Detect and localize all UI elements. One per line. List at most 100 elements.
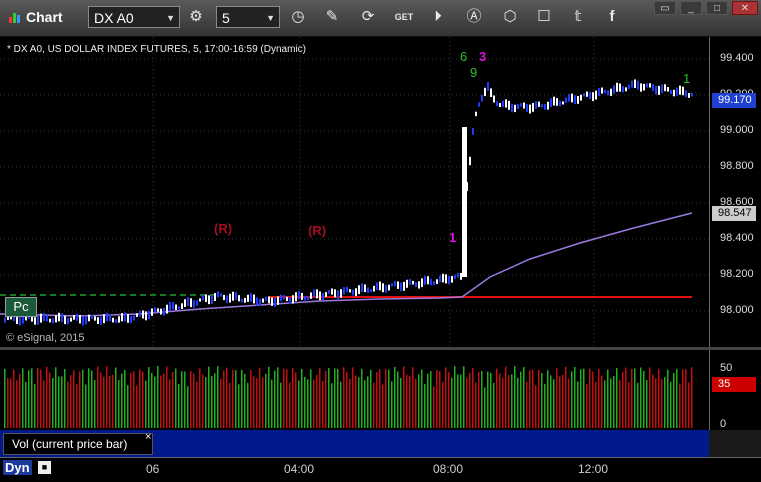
volume-bar: [457, 374, 459, 428]
price-bar: [136, 313, 138, 317]
price-bar: [541, 104, 543, 108]
volume-bar: [175, 368, 177, 428]
price-bar: [688, 93, 690, 98]
twitter-icon[interactable]: 𝕥: [566, 6, 590, 28]
price-bar: [583, 93, 585, 97]
volume-bar: [217, 366, 219, 428]
volume-bar: [454, 366, 456, 428]
price-chart-svg: [0, 37, 709, 347]
time-axis[interactable]: Dyn ■ 06 04:00 08:00 12:00: [0, 457, 761, 482]
price-bar: [676, 87, 678, 96]
price-bar: [649, 83, 651, 88]
volume-bar: [451, 377, 453, 428]
dynamic-mode-button[interactable]: Dyn: [3, 460, 32, 475]
chevron-down-icon[interactable]: ▼: [166, 7, 175, 29]
volume-bar: [28, 370, 30, 428]
get-icon[interactable]: GET: [392, 6, 416, 28]
volume-bar: [622, 371, 624, 428]
volume-bar: [364, 380, 366, 428]
price-bar: [403, 281, 405, 291]
price-bar: [97, 317, 99, 325]
volume-bar: [397, 371, 399, 428]
volume-bar: [301, 368, 303, 428]
volume-bar: [484, 387, 486, 428]
volume-bar: [652, 374, 654, 428]
restore-button[interactable]: ▭: [654, 1, 676, 15]
symbol-input[interactable]: DX A0 ▼: [88, 6, 180, 28]
volume-bar: [127, 385, 129, 428]
interval-value: 5: [222, 10, 230, 26]
price-bar: [505, 99, 507, 108]
settings-icon[interactable]: ⚙: [184, 6, 208, 28]
price-bar: [574, 95, 576, 105]
close-button[interactable]: ✕: [732, 1, 758, 15]
ma-value-badge: 98.547: [712, 206, 756, 221]
volume-bar: [670, 381, 672, 428]
volume-bar: [256, 378, 258, 428]
volume-bar: [685, 369, 687, 428]
price-bar: [160, 308, 162, 315]
price-bar: [79, 314, 81, 324]
price-label: 98.400: [720, 232, 754, 244]
facebook-icon[interactable]: f: [600, 6, 624, 28]
price-bar: [433, 281, 435, 286]
price-bar: [661, 84, 663, 93]
price-bar: [508, 100, 510, 110]
volume-bar: [121, 373, 123, 428]
tag-icon[interactable]: ⬡: [498, 6, 522, 28]
price-bar: [121, 313, 123, 322]
price-bar: [178, 306, 180, 310]
close-icon[interactable]: ×: [145, 431, 151, 443]
volume-bar: [208, 366, 210, 428]
volume-bar: [355, 375, 357, 428]
a-icon[interactable]: Ⓐ: [462, 6, 486, 28]
price-axis[interactable]: 99.400 99.200 99.000 98.800 98.600 98.40…: [709, 37, 761, 347]
interval-input[interactable]: 5 ▼: [216, 6, 280, 28]
price-bar: [241, 298, 243, 303]
volume-bar: [22, 368, 24, 428]
volume-bar: [682, 369, 684, 428]
minimize-button[interactable]: _: [680, 1, 702, 15]
price-bar: [376, 282, 378, 291]
lock-icon[interactable]: ■: [38, 461, 51, 474]
price-bar: [163, 307, 165, 316]
volume-bar: [406, 374, 408, 428]
volume-chart[interactable]: [0, 350, 709, 430]
price-bar: [85, 316, 87, 325]
volume-bar: [691, 367, 693, 428]
price-bar: [646, 83, 648, 88]
price-bar: [379, 281, 381, 291]
price-bar: [307, 296, 309, 301]
volume-bar: [7, 377, 9, 428]
title-bar: Chart DX A0 ▼ ⚙ 5 ▼ ◷ ✎ ⟳ GET ⏵ Ⓐ ⬡ ☐ 𝕥 …: [0, 0, 761, 37]
volume-axis[interactable]: 50 0 35: [709, 350, 761, 430]
price-chart[interactable]: * DX A0, US DOLLAR INDEX FUTURES, 5, 17:…: [0, 37, 709, 347]
maximize-button[interactable]: □: [706, 1, 728, 15]
pc-label[interactable]: Pc: [5, 297, 37, 317]
chevron-down-icon[interactable]: ▼: [266, 7, 275, 29]
play-icon[interactable]: ⏵: [426, 6, 450, 28]
volume-bar: [46, 366, 48, 428]
annotation-r1: (R): [214, 221, 233, 236]
clock-icon[interactable]: ◷: [286, 6, 310, 28]
price-bar: [607, 90, 609, 96]
volume-study-label[interactable]: Vol (current price bar): [3, 433, 153, 455]
price-bar: [190, 298, 192, 308]
price-bar: [502, 100, 504, 108]
refresh-icon[interactable]: ⟳: [356, 6, 380, 28]
volume-bar: [280, 382, 282, 428]
price-bar: [628, 84, 630, 90]
volume-bar: [589, 368, 591, 428]
volume-bar: [16, 380, 18, 428]
volume-bar: [619, 379, 621, 428]
volume-bar: [37, 367, 39, 428]
price-bar: [154, 307, 156, 313]
price-bar: [289, 297, 291, 304]
volume-bar: [283, 368, 285, 428]
pencil-icon[interactable]: ✎: [320, 6, 344, 28]
price-bar: [142, 310, 144, 319]
comment-icon[interactable]: ☐: [532, 6, 556, 28]
volume-axis-label: 50: [720, 362, 733, 374]
price-bar: [367, 287, 369, 293]
volume-bar: [547, 370, 549, 428]
